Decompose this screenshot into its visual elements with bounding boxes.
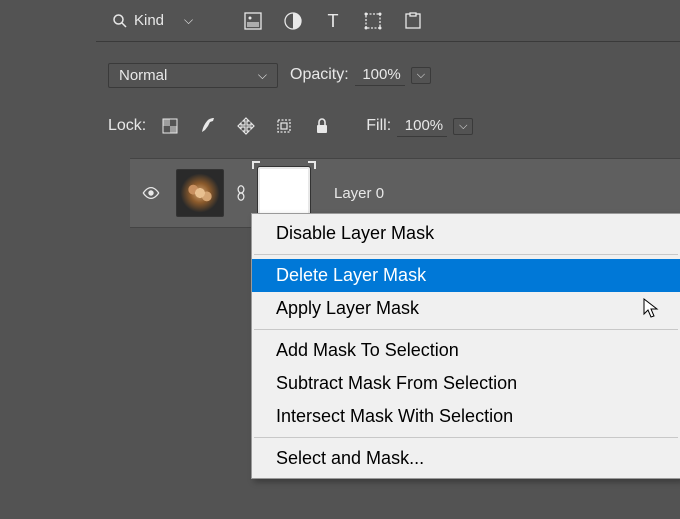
adjustment-layer-filter-icon[interactable]	[283, 11, 303, 31]
lock-position-icon[interactable]	[236, 116, 256, 136]
layer-mask-thumbnail-wrap	[258, 167, 310, 219]
layer-filter-row: Kind ⌵ T	[96, 0, 680, 42]
lock-icons-group	[160, 116, 332, 136]
fill-control: Fill: 100% ⌵	[366, 115, 473, 137]
menu-separator	[254, 254, 678, 255]
lock-image-icon[interactable]	[198, 116, 218, 136]
opacity-control: Opacity: 100% ⌵	[290, 64, 431, 86]
opacity-label: Opacity:	[290, 66, 349, 84]
fill-value-input[interactable]: 100%	[397, 115, 447, 137]
layer-name-label[interactable]: Layer 0	[334, 185, 384, 202]
opacity-flyout-button[interactable]: ⌵	[411, 67, 431, 84]
menu-select-and-mask[interactable]: Select and Mask...	[252, 442, 680, 475]
type-layer-filter-icon[interactable]: T	[323, 11, 343, 31]
search-icon	[112, 13, 128, 29]
lock-artboard-icon[interactable]	[274, 116, 294, 136]
svg-text:T: T	[328, 11, 339, 31]
layer-mask-context-menu: Disable Layer Mask Delete Layer Mask App…	[251, 213, 680, 479]
lock-label: Lock:	[108, 117, 146, 135]
lock-all-icon[interactable]	[312, 116, 332, 136]
layer-mask-thumbnail[interactable]	[258, 167, 310, 219]
lock-fill-row: Lock: Fill: 100% ⌵	[96, 104, 680, 148]
menu-separator	[254, 329, 678, 330]
menu-separator	[254, 437, 678, 438]
mask-link-icon[interactable]	[234, 184, 248, 202]
blend-mode-value: Normal	[119, 67, 167, 84]
menu-subtract-mask-from-selection[interactable]: Subtract Mask From Selection	[252, 367, 680, 400]
fill-label: Fill:	[366, 117, 391, 135]
chevron-down-icon: ⌵	[184, 13, 193, 28]
blend-opacity-row: Normal ⌵ Opacity: 100% ⌵	[96, 52, 680, 98]
fill-flyout-button[interactable]: ⌵	[453, 118, 473, 135]
opacity-value-input[interactable]: 100%	[355, 64, 405, 86]
blend-mode-dropdown[interactable]: Normal ⌵	[108, 63, 278, 88]
filter-type-icons: T	[243, 11, 423, 31]
visibility-toggle-icon[interactable]	[142, 184, 160, 202]
lock-transparency-icon[interactable]	[160, 116, 180, 136]
menu-intersect-mask-with-selection[interactable]: Intersect Mask With Selection	[252, 400, 680, 433]
pixel-layer-filter-icon[interactable]	[243, 11, 263, 31]
menu-delete-layer-mask[interactable]: Delete Layer Mask	[252, 259, 680, 292]
chevron-down-icon: ⌵	[258, 68, 267, 83]
shape-layer-filter-icon[interactable]	[363, 11, 383, 31]
menu-add-mask-to-selection[interactable]: Add Mask To Selection	[252, 334, 680, 367]
layer-thumbnail[interactable]	[176, 169, 224, 217]
menu-apply-layer-mask[interactable]: Apply Layer Mask	[252, 292, 680, 325]
filter-kind-dropdown[interactable]: Kind ⌵	[108, 10, 197, 31]
smart-object-filter-icon[interactable]	[403, 11, 423, 31]
filter-kind-label: Kind	[134, 12, 164, 29]
menu-disable-layer-mask[interactable]: Disable Layer Mask	[252, 217, 680, 250]
